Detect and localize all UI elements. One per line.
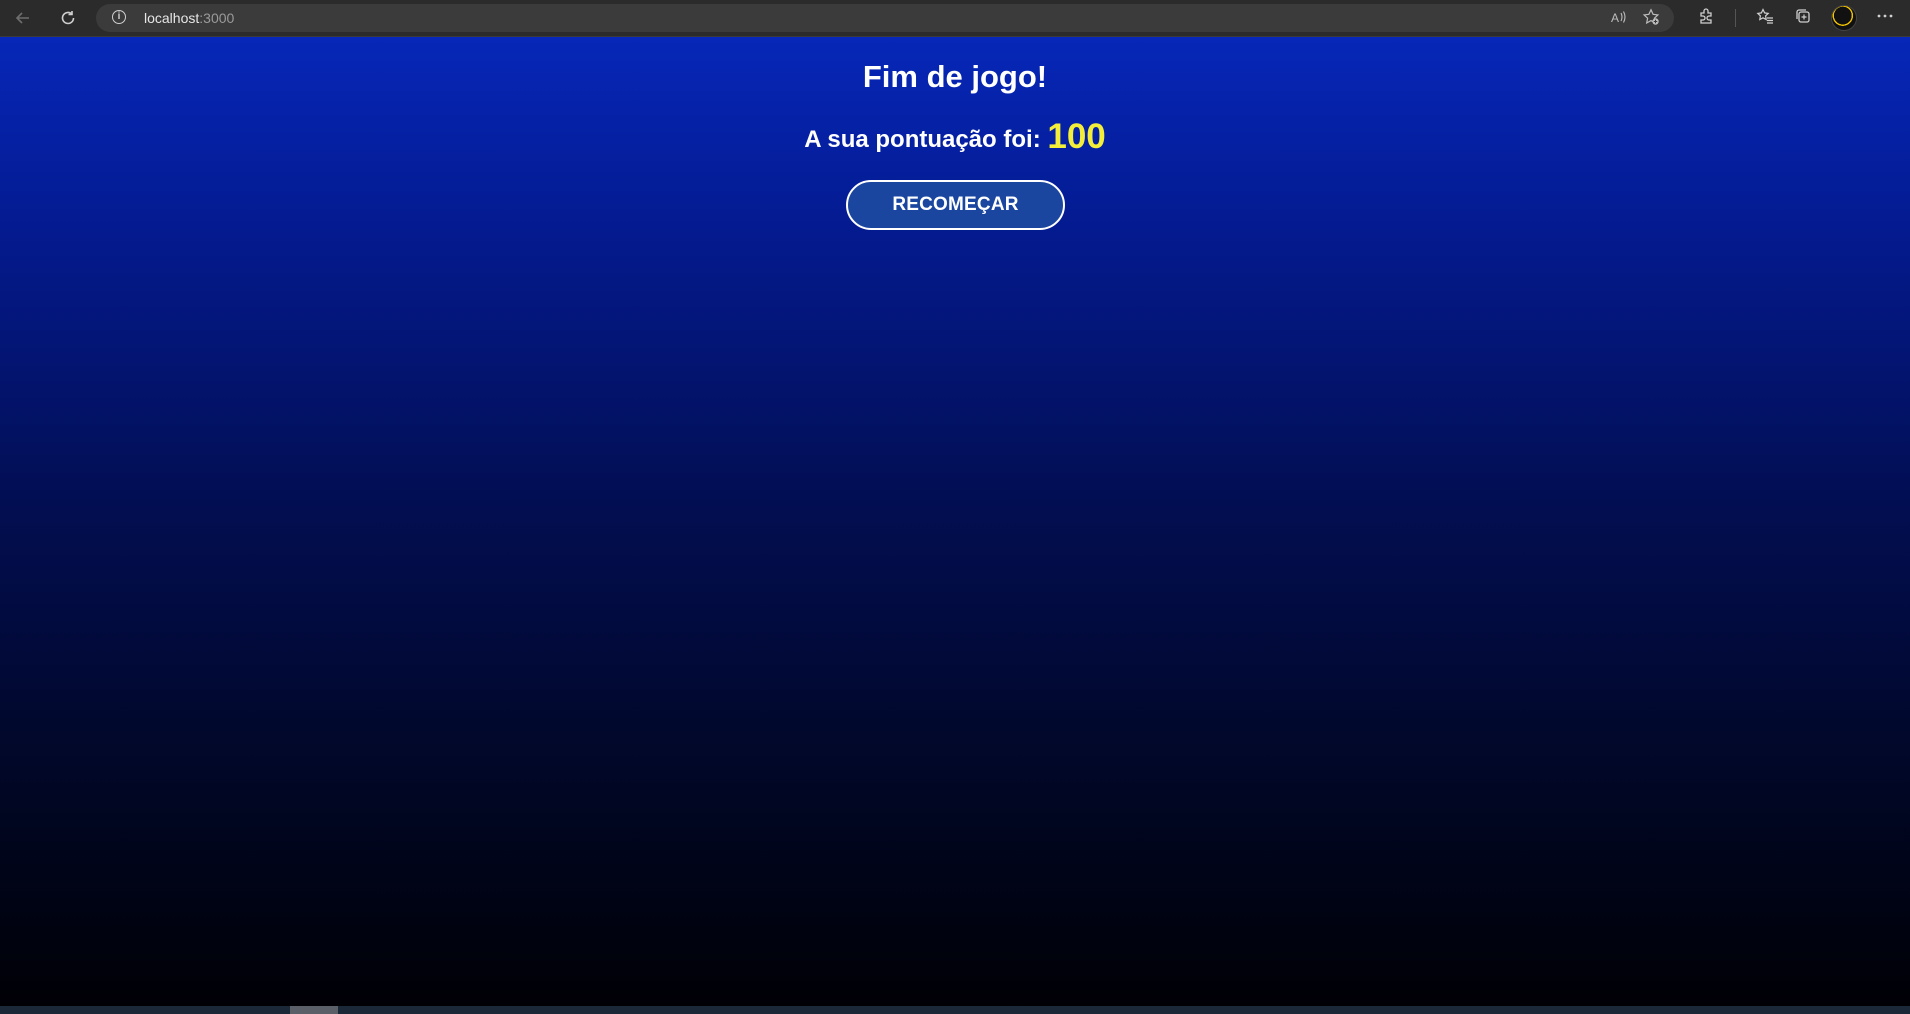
collections-icon[interactable]	[1794, 7, 1812, 30]
game-over-page: Fim de jogo! A sua pontuação foi: 100 RE…	[0, 37, 1910, 1006]
url-port: :3000	[199, 10, 235, 26]
url-text[interactable]: localhost:3000	[144, 10, 234, 26]
extensions-icon[interactable]	[1697, 7, 1715, 30]
score-value: 100	[1047, 117, 1106, 156]
taskbar	[0, 1006, 1910, 1014]
toolbar-right	[1697, 6, 1894, 30]
favorites-icon[interactable]	[1756, 7, 1774, 30]
read-aloud-icon[interactable]: A	[1610, 8, 1628, 30]
score-line: A sua pontuação foi: 100	[0, 117, 1910, 157]
browser-toolbar: i localhost:3000 A	[0, 0, 1910, 37]
site-info-icon[interactable]: i	[112, 10, 126, 24]
reload-icon[interactable]	[55, 6, 81, 30]
address-bar-icons: A	[1610, 8, 1660, 30]
back-arrow-icon[interactable]	[10, 6, 36, 30]
address-bar[interactable]: i localhost:3000 A	[96, 4, 1674, 32]
restart-button[interactable]: RECOMEÇAR	[846, 180, 1065, 230]
svg-text:A: A	[1611, 11, 1619, 25]
add-favorite-icon[interactable]	[1642, 8, 1660, 30]
score-label: A sua pontuação foi:	[804, 126, 1041, 153]
profile-avatar[interactable]	[1832, 6, 1856, 30]
toolbar-separator	[1735, 9, 1736, 27]
more-menu-icon[interactable]	[1876, 7, 1894, 30]
taskbar-item[interactable]	[290, 1006, 338, 1014]
page-title: Fim de jogo!	[862, 59, 1048, 94]
url-host: localhost	[144, 10, 200, 26]
